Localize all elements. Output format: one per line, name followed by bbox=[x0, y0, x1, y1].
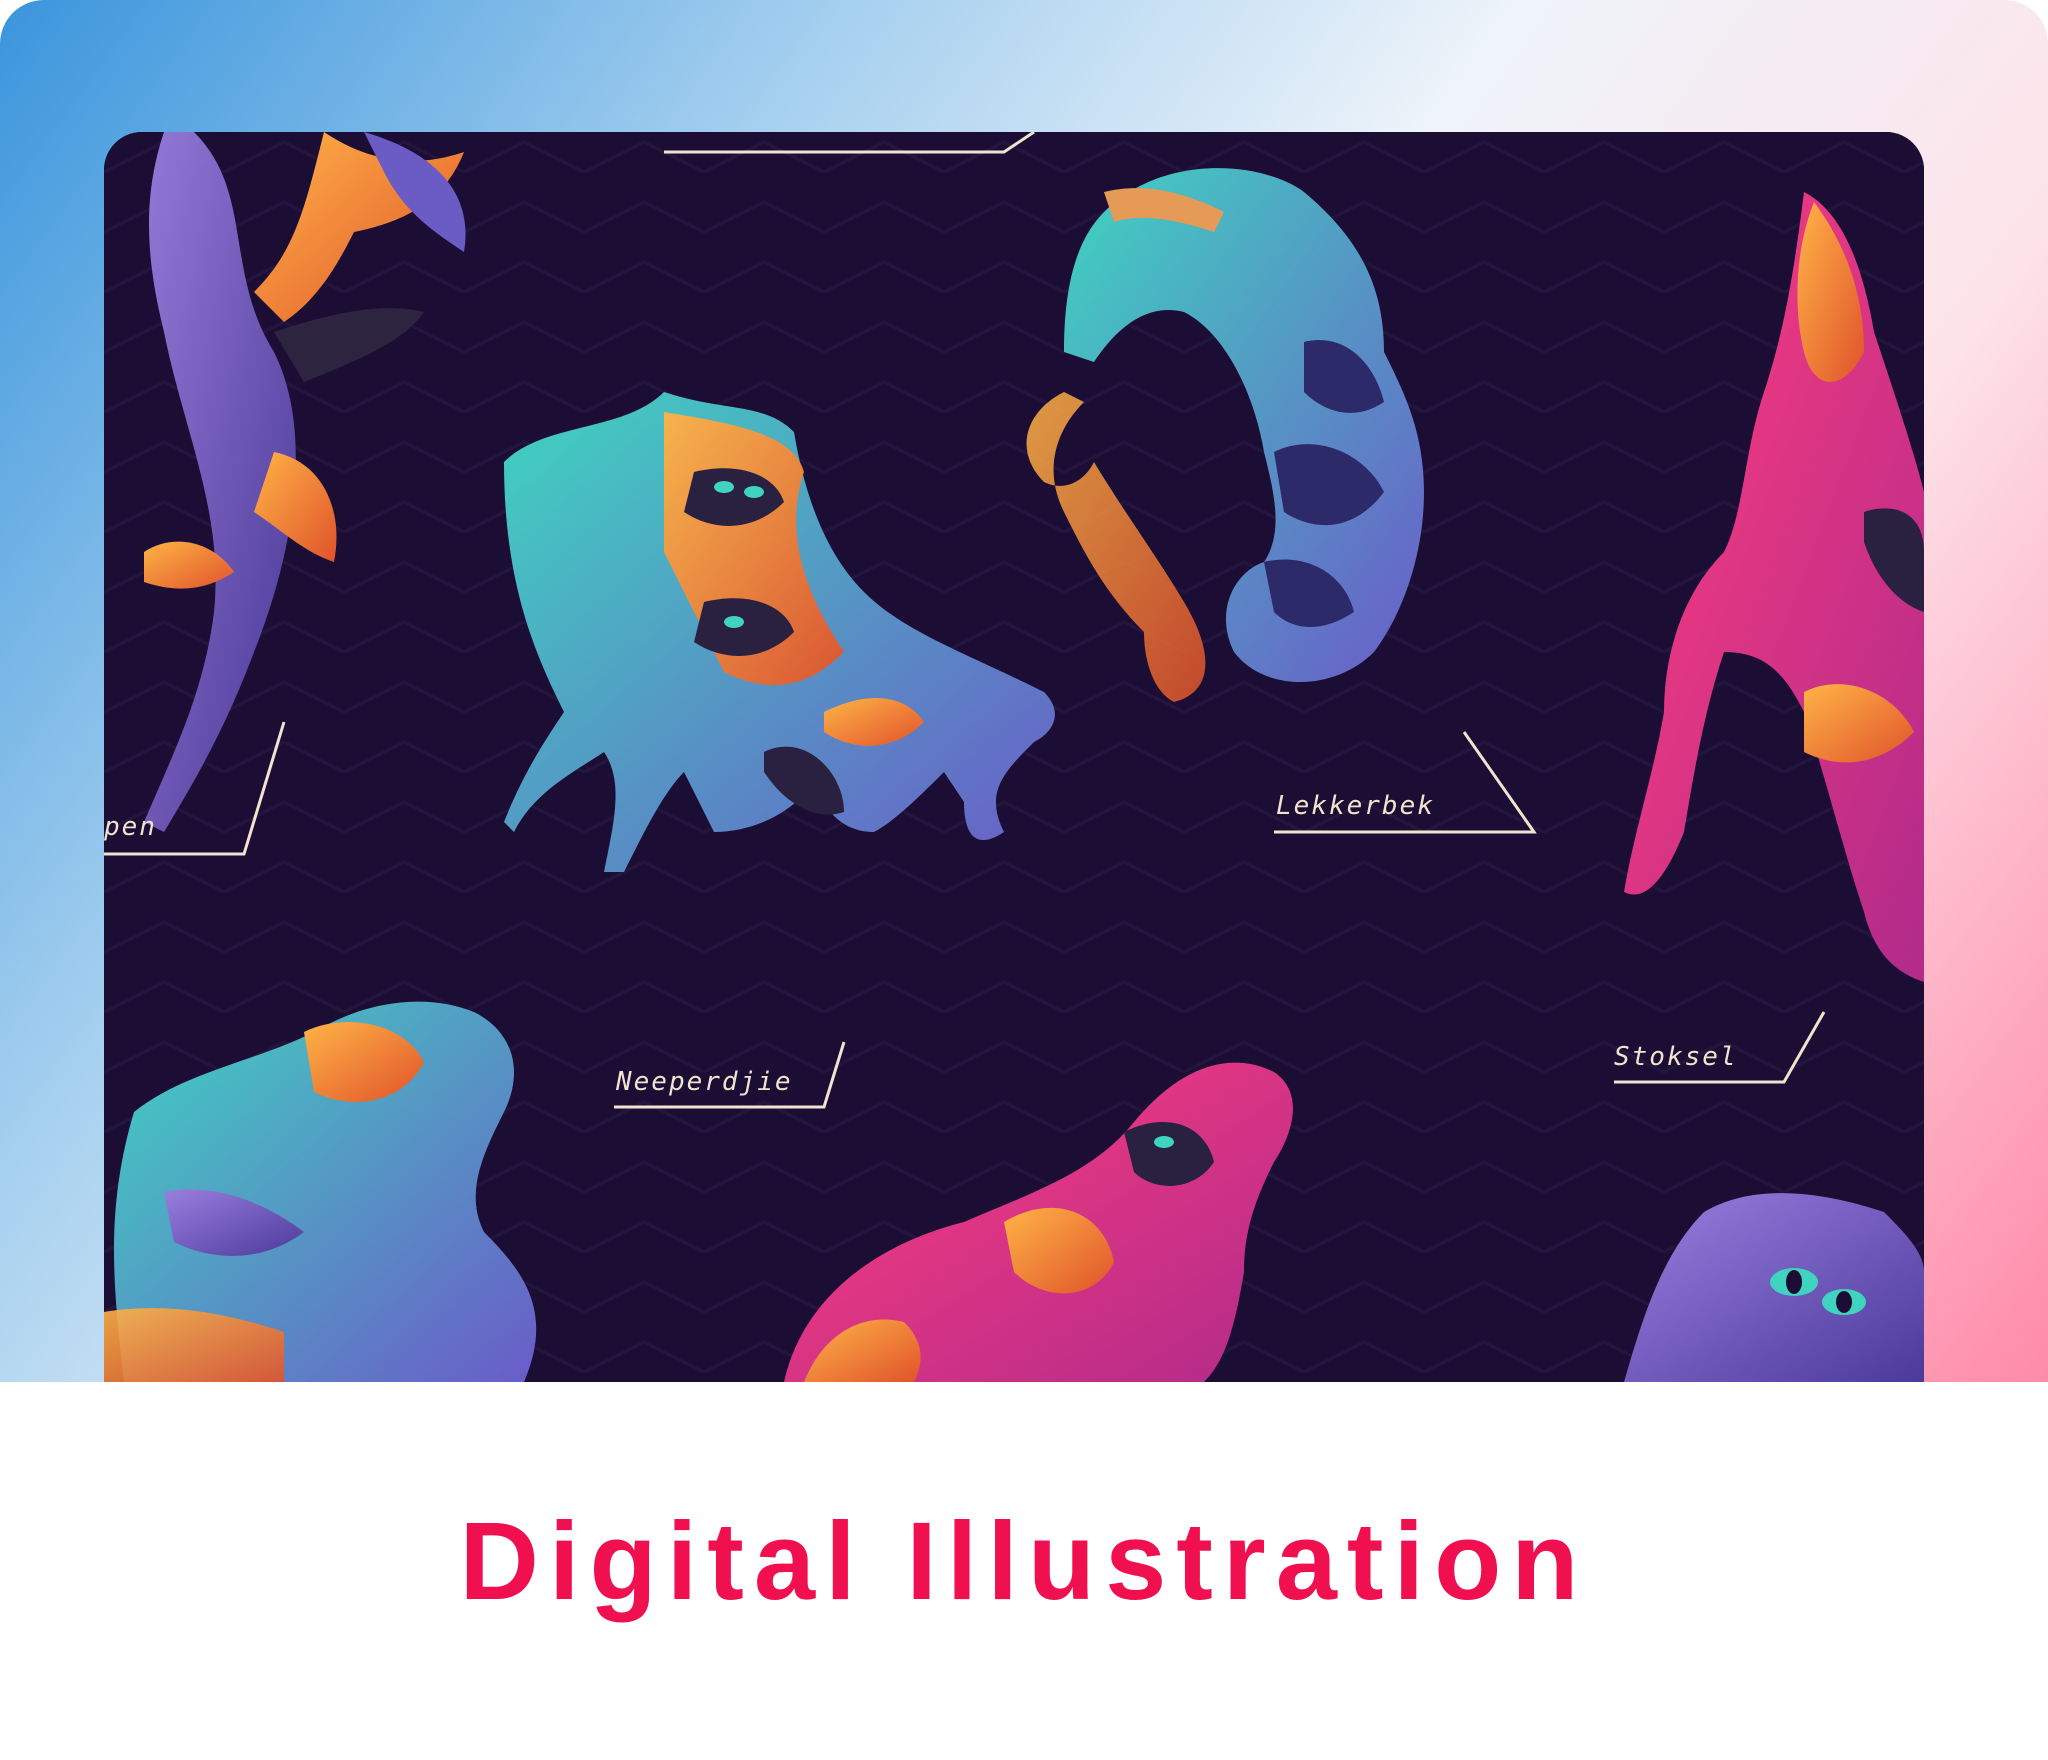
label-neeperdjie: Neeperdjie bbox=[615, 1067, 793, 1097]
label-lekkerbek: Lekkerbek bbox=[1276, 791, 1435, 821]
label-stoksel: Stoksel bbox=[1614, 1042, 1738, 1072]
card-caption: Digital Illustration bbox=[0, 1382, 2048, 1760]
portfolio-card[interactable]: pen Neeperdjie Lekkerbek Stoksel Digital… bbox=[0, 0, 2048, 1760]
card-title[interactable]: Digital Illustration bbox=[460, 1498, 1589, 1625]
creature-illustration: pen Neeperdjie Lekkerbek Stoksel bbox=[104, 132, 1924, 1382]
label-partial-pen: pen bbox=[104, 812, 157, 842]
illustration-image: pen Neeperdjie Lekkerbek Stoksel bbox=[104, 132, 1924, 1382]
